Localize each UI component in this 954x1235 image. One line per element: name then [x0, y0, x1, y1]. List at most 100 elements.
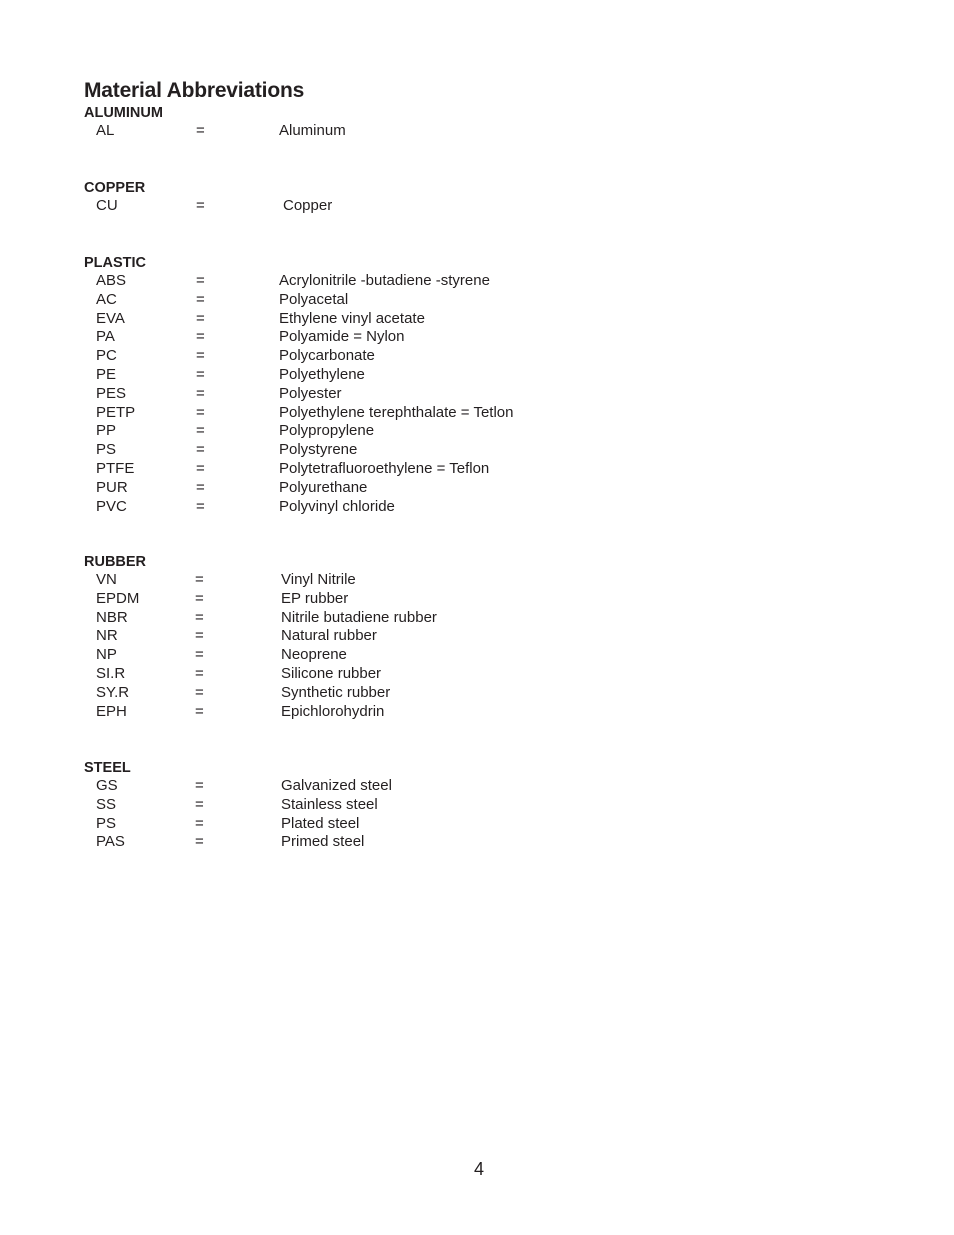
abbreviation: PVC [96, 497, 127, 515]
abbreviation: AL [96, 122, 115, 139]
material-name: Polystyrene [279, 441, 358, 459]
abbreviation: PES [96, 384, 127, 402]
abbreviation-row: ABS = Acrylonitrile -butadiene -styrene [84, 272, 684, 291]
material-name: Polyethylene [279, 365, 365, 383]
equals-sign: = [195, 833, 204, 851]
page-number: 4 [474, 1159, 485, 1179]
section-rubber: RUBBER VN = Vinyl Nitrile EPDM = EP rubb… [84, 553, 684, 721]
abbreviation-row: NR = Natural rubber [84, 627, 684, 646]
abbreviation: PUR [96, 478, 128, 496]
abbreviation: PE [96, 365, 117, 383]
material-name: Vinyl Nitrile [281, 571, 356, 588]
section-copper: COPPER CU = Copper [84, 179, 684, 216]
abbreviation-row: GS = Galvanized steel [84, 777, 684, 796]
abbreviation-row: PES = Polyester [84, 385, 684, 404]
equals-sign: = [196, 347, 205, 365]
equals-sign: = [195, 702, 204, 720]
material-name: Polyamide = Nylon [279, 328, 405, 346]
abbreviation: SI.R [96, 664, 126, 682]
material-name: Stainless steel [281, 795, 378, 813]
abbreviation-row: NP = Neoprene [84, 646, 684, 665]
abbreviation-row: AC = Polyacetal [84, 291, 684, 310]
abbreviation: SY.R [96, 683, 130, 701]
equals-sign: = [196, 478, 205, 496]
section-heading: ALUMINUM [84, 105, 163, 121]
abbreviation-row: PUR = Polyurethane [84, 479, 684, 498]
equals-sign: = [195, 608, 204, 626]
material-name: Polyacetal [279, 290, 349, 308]
equals-sign: = [196, 272, 205, 289]
equals-sign: = [196, 497, 205, 515]
abbreviation-row: AL = Aluminum [84, 122, 684, 141]
material-name: Copper [283, 197, 333, 214]
abbreviation: PC [96, 347, 117, 365]
section-heading: COPPER [84, 180, 146, 196]
abbreviation: PTFE [96, 459, 135, 477]
equals-sign: = [195, 589, 204, 607]
equals-sign: = [196, 441, 205, 459]
abbreviation-row: EPH = Epichlorohydrin [84, 703, 684, 722]
material-name: Plated steel [281, 814, 360, 832]
abbreviation: NBR [96, 608, 128, 626]
material-name: Polyester [279, 384, 342, 402]
equals-sign: = [195, 571, 204, 588]
material-name: Neoprene [281, 646, 347, 664]
equals-sign: = [196, 459, 205, 477]
section-heading: STEEL [84, 760, 131, 776]
abbreviation-row: PS = Plated steel [84, 815, 684, 834]
abbreviation: PETP [96, 403, 136, 421]
abbreviation: PP [96, 422, 117, 440]
abbreviation-row: SS = Stainless steel [84, 796, 684, 815]
abbreviation: GS [96, 777, 118, 794]
abbreviation-row: PS = Polystyrene [84, 441, 684, 460]
material-name: Polyethylene terephthalate = Tetlon [279, 403, 514, 421]
material-name: Synthetic rubber [281, 683, 391, 701]
equals-sign: = [196, 197, 205, 214]
equals-sign: = [195, 664, 204, 682]
abbreviation: PS [96, 441, 117, 459]
abbreviation-row: PP = Polypropylene [84, 422, 684, 441]
section-heading: PLASTIC [84, 255, 147, 271]
abbreviation: VN [96, 571, 117, 588]
section-aluminum: ALUMINUM AL = Aluminum [84, 104, 684, 141]
material-name: Primed steel [281, 833, 365, 851]
material-name: Polyvinyl chloride [279, 497, 395, 515]
equals-sign: = [195, 777, 204, 794]
material-name: Natural rubber [281, 627, 377, 645]
abbreviation: CU [96, 197, 118, 214]
equals-sign: = [196, 403, 205, 421]
abbreviation: PA [96, 328, 115, 346]
material-name: Ethylene vinyl acetate [279, 309, 425, 327]
material-name: EP rubber [281, 589, 349, 607]
material-name: Polytetrafluoroethylene = Teflon [279, 459, 490, 477]
abbreviation-row: PTFE = Polytetrafluoroethylene = Teflon [84, 460, 684, 479]
material-name: Polypropylene [279, 422, 375, 440]
equals-sign: = [196, 365, 205, 383]
abbreviation-row: SY.R = Synthetic rubber [84, 684, 684, 703]
abbreviation: PAS [96, 833, 125, 851]
equals-sign: = [196, 328, 205, 346]
material-name: Aluminum [279, 122, 346, 139]
material-name: Polycarbonate [279, 347, 375, 365]
abbreviation: PS [96, 814, 117, 832]
abbreviation-row: PAS = Primed steel [84, 833, 684, 852]
abbreviation-row: NBR = Nitrile butadiene rubber [84, 609, 684, 628]
material-name: Acrylonitrile -butadiene -styrene [279, 272, 490, 289]
material-name: Silicone rubber [281, 664, 382, 682]
equals-sign: = [196, 422, 205, 440]
abbreviation-row: VN = Vinyl Nitrile [84, 571, 684, 590]
equals-sign: = [196, 384, 205, 402]
equals-sign: = [195, 627, 204, 645]
abbreviation-row: SI.R = Silicone rubber [84, 665, 684, 684]
abbreviation-row: PVC = Polyvinyl chloride [84, 498, 684, 517]
material-name: Galvanized steel [281, 777, 392, 794]
abbreviation-row: PE = Polyethylene [84, 366, 684, 385]
abbreviation: ABS [96, 272, 127, 289]
material-name: Epichlorohydrin [281, 702, 385, 720]
equals-sign: = [195, 683, 204, 701]
section-heading: RUBBER [84, 554, 147, 570]
section-steel: STEEL GS = Galvanized steel SS = Stainle… [84, 759, 684, 852]
equals-sign: = [196, 122, 205, 139]
abbreviation: AC [96, 290, 117, 308]
abbreviation: EVA [96, 309, 125, 327]
